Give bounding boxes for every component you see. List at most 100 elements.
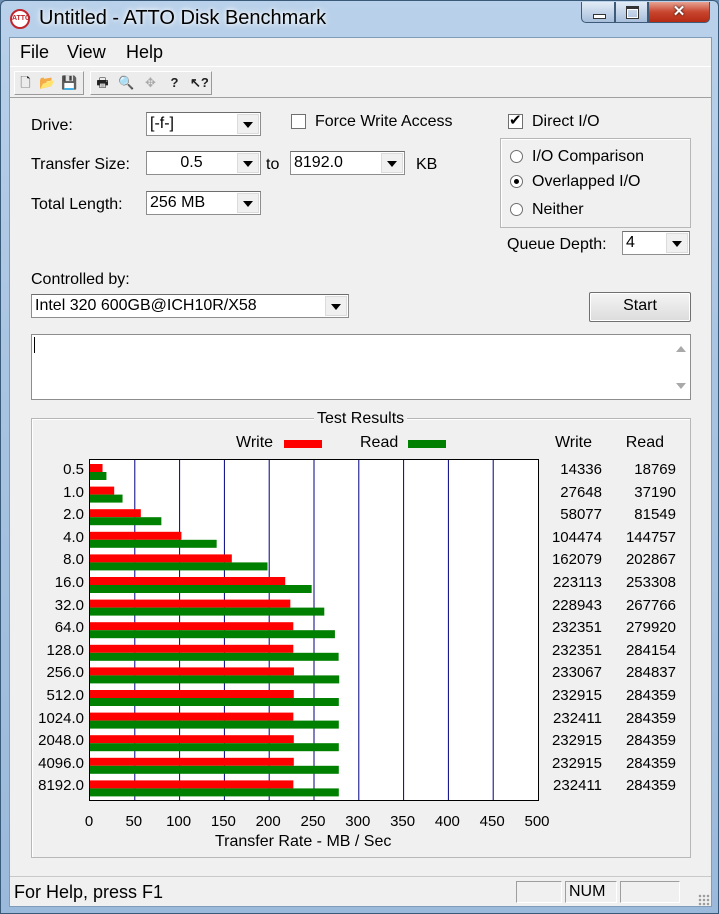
read-legend-swatch [408, 440, 446, 448]
toolbar: 🗋 📂 💾 🖶 🔍 ✥ ? ↖? [10, 66, 711, 98]
start-button[interactable]: Start [589, 292, 691, 322]
drive-select[interactable]: [-f-] [146, 112, 261, 136]
to-label: to [266, 156, 280, 173]
read-value-128.0: 284154 [625, 641, 676, 659]
maximize-button[interactable] [615, 2, 648, 23]
chevron-down-icon[interactable] [666, 233, 688, 253]
write-value-4096.0: 232915 [551, 754, 602, 772]
bar-write-2048.0 [90, 735, 294, 744]
x-axis-label: Transfer Rate - MB / Sec [215, 833, 392, 850]
direct-io-checkbox[interactable] [508, 111, 523, 129]
category-label-4096.0: 4096.0 [38, 754, 84, 772]
status-panel-num: NUM [565, 881, 617, 903]
chevron-down-icon[interactable] [237, 114, 259, 134]
read-value-64.0: 279920 [625, 619, 676, 637]
read-value-2.0: 81549 [634, 506, 676, 524]
help-icon[interactable]: ? [166, 74, 183, 91]
maximize-icon [626, 6, 639, 19]
bar-write-1.0 [90, 486, 115, 495]
overlapped-io-radio[interactable] [510, 175, 523, 188]
print-preview-icon[interactable]: 🔍 [118, 74, 135, 91]
menu-help[interactable]: Help [126, 42, 163, 63]
io-comparison-radio[interactable] [510, 150, 523, 163]
log-textarea[interactable] [31, 334, 691, 400]
direct-io-label[interactable]: Direct I/O [532, 113, 600, 131]
app-window: ATTO Untitled - ATTO Disk Benchmark ✕ Fi… [0, 0, 719, 914]
write-value-1024.0: 232411 [553, 709, 602, 727]
drive-label: Drive: [31, 117, 73, 134]
close-button[interactable]: ✕ [648, 2, 710, 23]
controlled-by-select[interactable]: Intel 320 600GB@ICH10R/X58 [31, 294, 349, 318]
scroll-up-icon[interactable] [676, 346, 686, 352]
category-label-1.0: 1.0 [63, 483, 84, 501]
atto-app-icon[interactable]: ATTO [10, 9, 30, 29]
read-legend-label: Read [360, 434, 399, 451]
file-toolgroup: 🗋 📂 💾 [14, 71, 84, 95]
minimize-icon [593, 14, 606, 19]
status-panel-scroll [620, 881, 680, 903]
text-caret [34, 337, 35, 353]
bar-read-8192.0 [90, 788, 339, 797]
bar-write-16.0 [90, 577, 286, 585]
context-help-icon[interactable]: ↖? [190, 74, 209, 91]
chevron-down-icon[interactable] [237, 193, 259, 213]
bar-write-256.0 [90, 667, 294, 676]
bar-read-2.0 [90, 517, 162, 526]
category-label-8.0: 8.0 [63, 551, 84, 569]
bar-read-16.0 [90, 585, 312, 593]
chevron-down-icon[interactable] [325, 296, 347, 316]
bar-read-1.0 [90, 494, 123, 503]
plot-svg [90, 460, 494, 800]
bar-read-1024.0 [90, 720, 339, 729]
scroll-down-icon[interactable] [676, 383, 686, 389]
bar-read-64.0 [90, 630, 335, 639]
log-scrollbar[interactable] [672, 335, 690, 399]
open-icon[interactable]: 📂 [39, 74, 56, 91]
overlapped-io-label[interactable]: Overlapped I/O [532, 173, 641, 191]
category-label-2.0: 2.0 [63, 506, 84, 524]
category-label-128.0: 128.0 [46, 641, 84, 659]
new-icon[interactable]: 🗋 [17, 74, 34, 91]
bar-read-512.0 [90, 698, 339, 706]
bar-read-32.0 [90, 607, 325, 616]
chevron-down-icon[interactable] [381, 153, 403, 173]
read-value-512.0: 284359 [625, 687, 676, 704]
write-value-64.0: 232351 [551, 619, 602, 637]
menu-file[interactable]: File [20, 42, 49, 63]
category-label-32.0: 32.0 [54, 596, 84, 614]
queue-depth-value: 4 [626, 234, 635, 251]
neither-radio[interactable] [510, 203, 523, 216]
force-write-checkbox[interactable] [291, 114, 306, 129]
category-label-0.5: 0.5 [63, 461, 84, 478]
kb-label: KB [416, 156, 438, 173]
transfer-size-from-select[interactable]: 0.5 [146, 151, 261, 175]
total-length-label: Total Length: [31, 196, 123, 213]
total-length-select[interactable]: 256 MB [146, 191, 261, 215]
x-tick-500: 500 [524, 813, 550, 830]
resize-grip-icon[interactable] [698, 894, 710, 906]
print-icon[interactable]: 🖶 [94, 74, 111, 91]
chevron-down-icon[interactable] [237, 153, 259, 173]
minimize-button[interactable] [581, 2, 615, 23]
write-value-16.0: 223113 [553, 574, 602, 591]
write-value-0.5: 14336 [560, 461, 602, 478]
queue-depth-select[interactable]: 4 [622, 231, 690, 255]
force-write-label[interactable]: Force Write Access [315, 113, 453, 131]
read-value-4.0: 144757 [625, 528, 676, 546]
queue-depth-label: Queue Depth: [507, 236, 607, 253]
read-value-16.0: 253308 [625, 574, 676, 591]
save-icon[interactable]: 💾 [61, 74, 78, 91]
read-value-8.0: 202867 [625, 551, 676, 569]
write-legend-label: Write [236, 434, 274, 451]
menu-view[interactable]: View [67, 42, 106, 63]
neither-label[interactable]: Neither [532, 201, 584, 219]
transfer-size-to-value: 8192.0 [294, 154, 343, 171]
test-results-group: Test Results Write Read Write Read 0.5 1.… [31, 410, 691, 858]
read-value-8192.0: 284359 [625, 777, 676, 795]
transfer-size-to-select[interactable]: 8192.0 [290, 151, 405, 175]
write-column-header: Write [554, 434, 592, 451]
title-bar[interactable]: ATTO Untitled - ATTO Disk Benchmark ✕ [1, 1, 718, 37]
x-tick-250: 250 [300, 813, 326, 830]
write-value-512.0: 232915 [551, 687, 602, 704]
io-comparison-label[interactable]: I/O Comparison [532, 148, 644, 166]
